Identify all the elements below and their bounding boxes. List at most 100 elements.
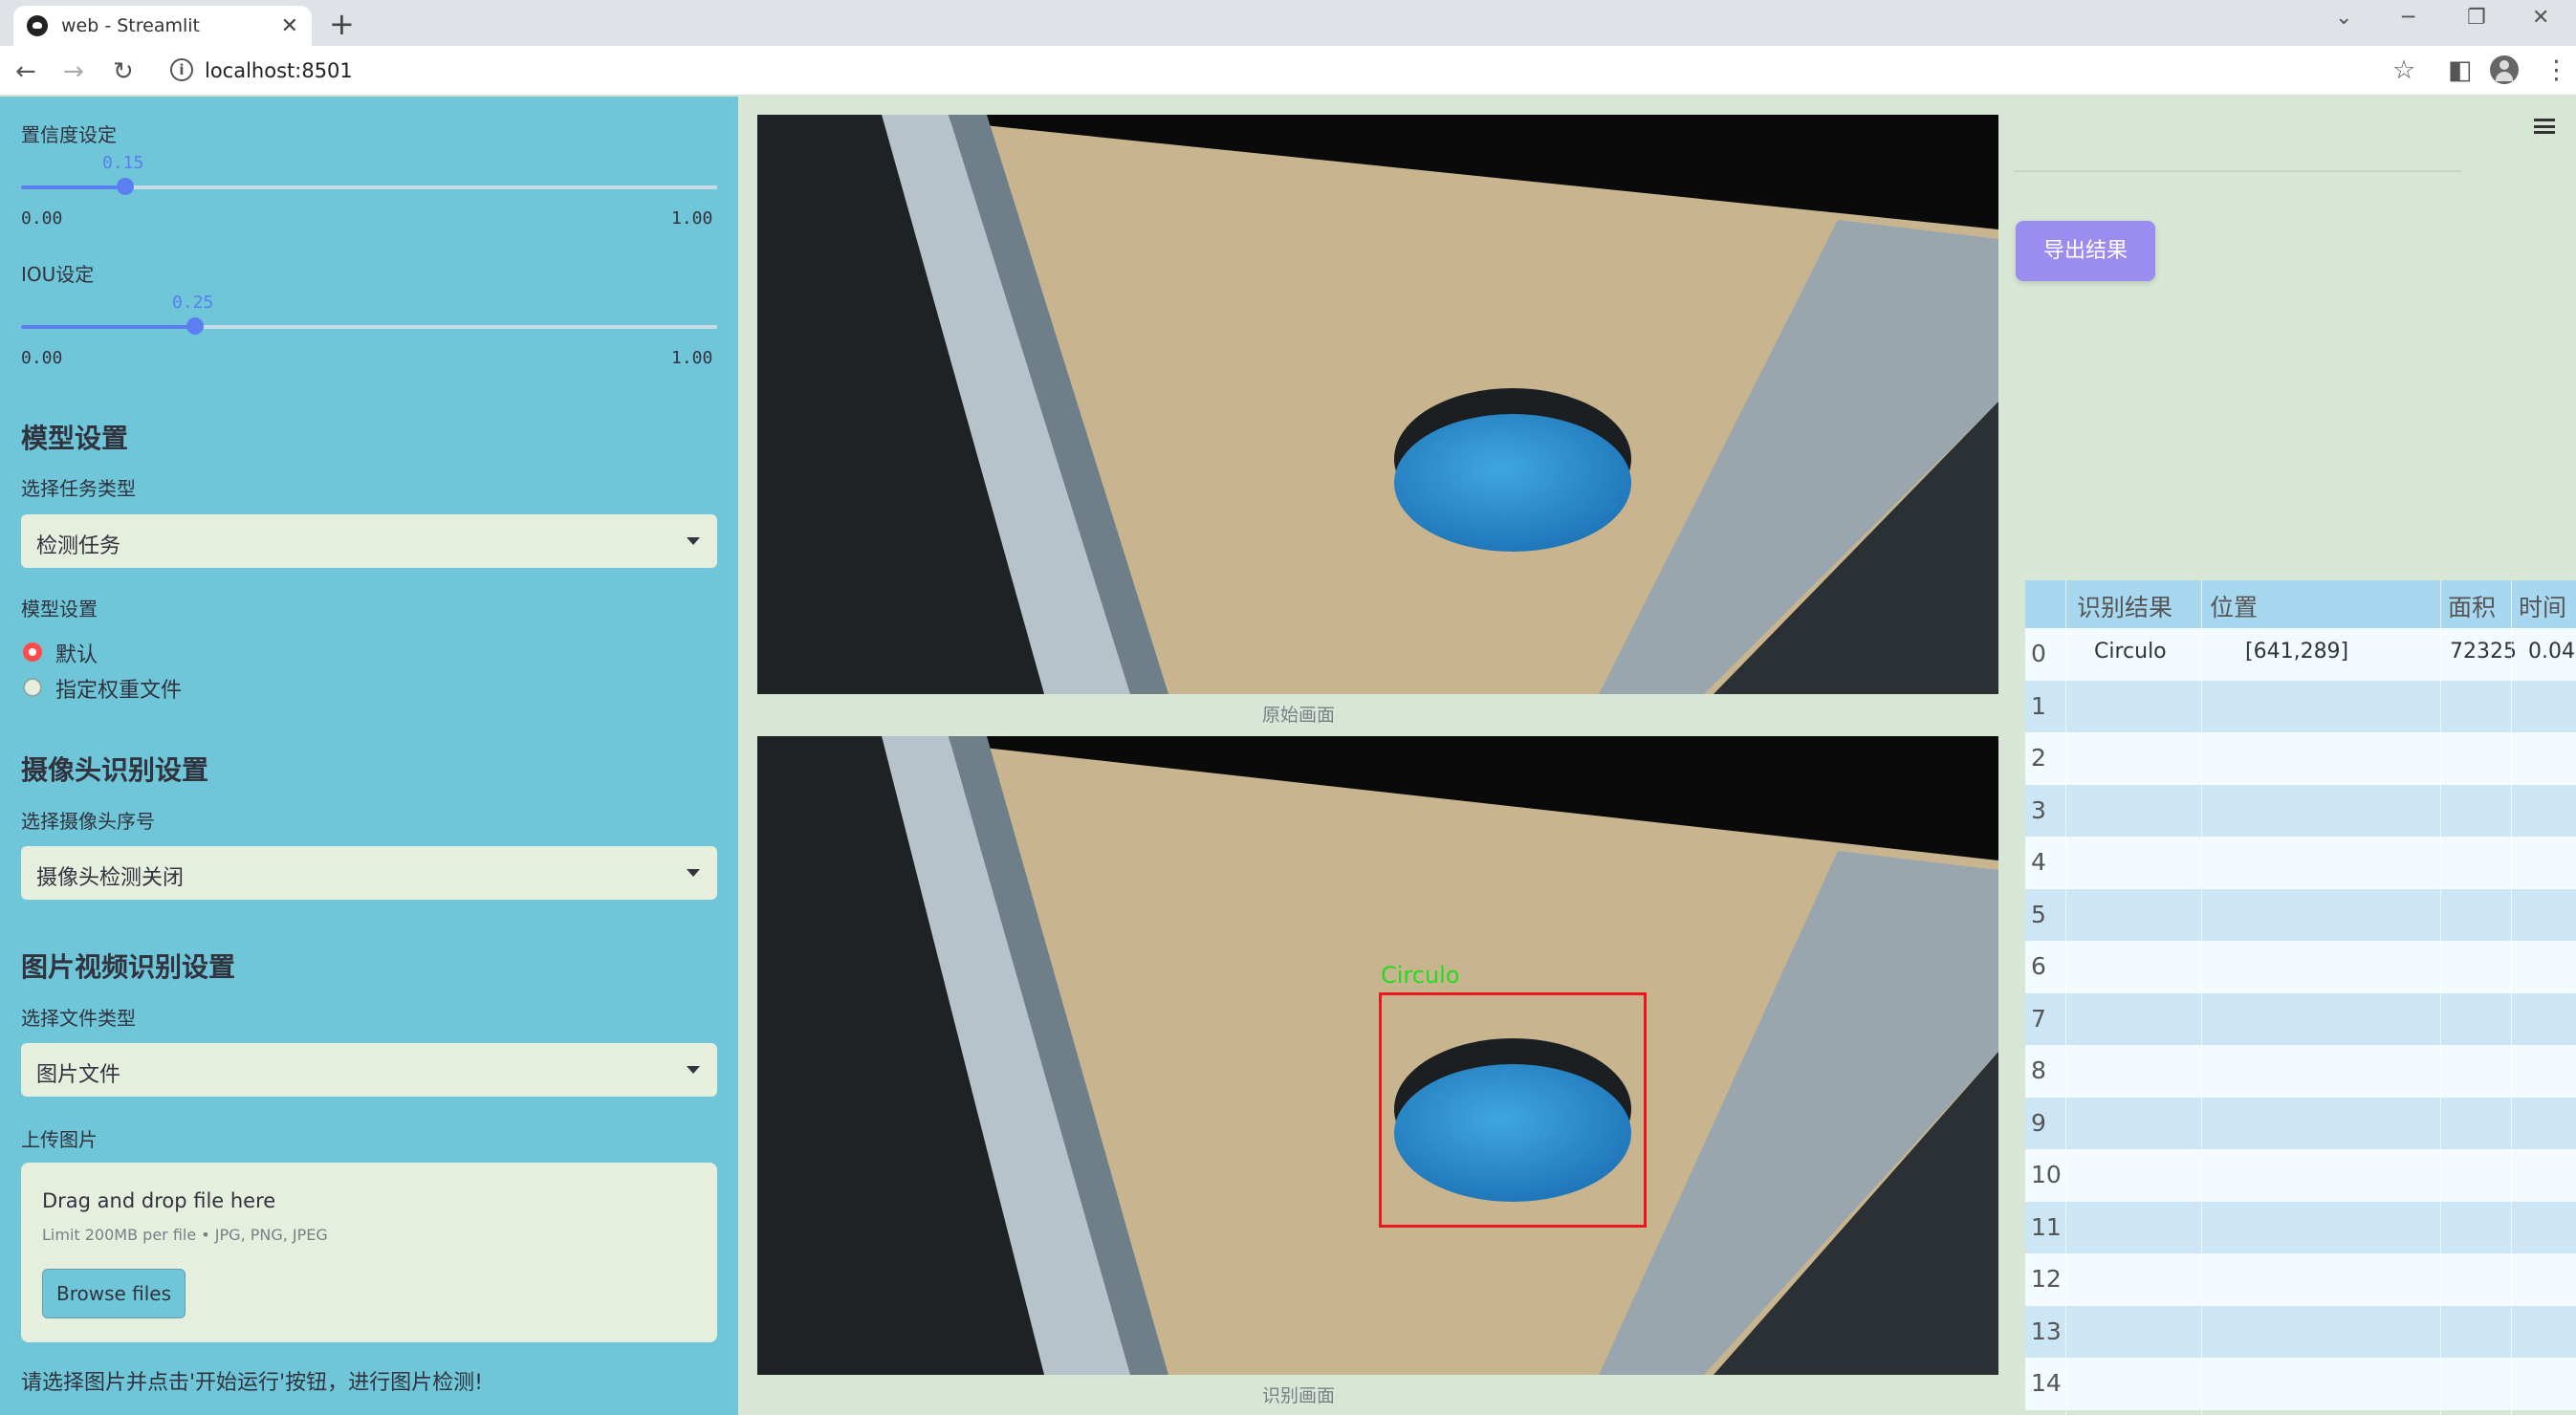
task-type-select[interactable]: 检测任务 [21,514,717,568]
iou-max: 1.00 [671,348,713,368]
column-divider [2201,580,2202,1415]
radio-custom-weights-label[interactable]: 指定权重文件 [55,673,182,704]
row-index: 13 [2031,1317,2062,1345]
radio-default[interactable] [23,642,42,662]
row-index: 5 [2031,900,2046,928]
row-index: 9 [2031,1108,2046,1137]
camera-settings-heading: 摄像头识别设置 [21,754,209,786]
table-row[interactable]: 11 [2025,1201,2576,1253]
chevron-down-icon [687,537,700,545]
browser-tab-bar: web - Streamlit ✕ + ⌄ ─ ❐ ✕ [0,0,2576,46]
chevron-down-icon [687,869,700,877]
table-row[interactable]: 12 [2025,1253,2576,1306]
table-row[interactable]: 9 [2025,1097,2576,1149]
model-settings-heading: 模型设置 [21,423,129,454]
browse-files-button[interactable]: Browse files [42,1269,186,1318]
bookmark-star-icon[interactable]: ☆ [2392,55,2415,85]
dropzone-limit: Limit 200MB per file • JPG, PNG, JPEG [42,1226,328,1244]
profile-avatar-icon[interactable] [2490,55,2519,84]
row-index: 1 [2031,691,2046,720]
confidence-label: 置信度设定 [21,123,117,146]
row-index: 4 [2031,848,2046,876]
upload-label: 上传图片 [21,1128,98,1151]
detected-scene-svg [757,736,1998,1375]
header-result[interactable]: 识别结果 [2077,589,2172,623]
tab-title: web - Streamlit [61,15,200,36]
confidence-max: 1.00 [671,208,713,229]
url-field[interactable]: localhost:8501 [205,59,353,82]
iou-label: IOU设定 [21,263,95,286]
table-row[interactable]: 8 [2025,1045,2576,1098]
row-index: 8 [2031,1056,2046,1084]
table-row[interactable]: 5 [2025,888,2576,941]
forward-icon[interactable]: → [63,57,84,86]
iou-slider-fill [21,325,195,329]
table-row[interactable]: 10 [2025,1149,2576,1202]
site-info-icon[interactable]: i [170,58,193,81]
radio-default-label[interactable]: 默认 [55,638,98,668]
table-row[interactable]: 6 [2025,941,2576,993]
file-type-select[interactable]: 图片文件 [21,1043,717,1097]
cell-position: [641,289] [2245,640,2349,664]
table-row[interactable]: 13 [2025,1305,2576,1358]
file-type-value: 图片文件 [36,1063,121,1087]
dropzone-title: Drag and drop file here [42,1189,276,1212]
radio-custom-weights[interactable] [23,678,42,697]
row-index: 6 [2031,952,2046,980]
column-divider [2440,580,2441,1415]
streamlit-favicon-icon [27,15,48,36]
address-bar: ← → ↻ i localhost:8501 ☆ ◧ ⋮ [0,46,2576,96]
table-row[interactable]: 2 [2025,732,2576,785]
model-weights-label: 模型设置 [21,598,98,620]
cell-area: 72325 [2450,640,2517,664]
table-row[interactable]: 3 [2025,784,2576,837]
row-index: 7 [2031,1004,2046,1033]
task-type-value: 检测任务 [36,534,121,558]
column-divider [2065,580,2066,1415]
row-index: 11 [2031,1212,2062,1241]
cell-result: Circulo [2094,640,2167,664]
tab-list-chevron-icon[interactable]: ⌄ [2335,6,2352,30]
header-position[interactable]: 位置 [2210,589,2258,623]
file-dropzone[interactable]: Drag and drop file here Limit 200MB per … [21,1163,717,1342]
table-header: 识别结果 位置 面积 时间 [2025,580,2576,628]
camera-index-select[interactable]: 摄像头检测关闭 [21,846,717,900]
iou-slider-thumb[interactable] [186,317,204,335]
column-divider [2511,580,2512,1415]
restore-icon[interactable]: ❐ [2467,6,2486,30]
divider [2014,170,2461,172]
row-index: 3 [2031,795,2046,824]
results-table[interactable]: 识别结果 位置 面积 时间 0 Circulo [641,289] 72325 … [2025,580,2576,1415]
confidence-min: 0.00 [21,208,63,229]
camera-index-value: 摄像头检测关闭 [36,866,185,890]
hamburger-menu-icon[interactable] [2534,119,2555,134]
detection-label: Circulo [1381,962,1460,989]
export-results-button[interactable]: 导出结果 [2016,221,2155,281]
table-row[interactable]: 0 Circulo [641,289] 72325 0.04 [2025,628,2576,681]
iou-value: 0.25 [172,293,214,313]
row-index: 14 [2031,1369,2062,1397]
close-tab-icon[interactable]: ✕ [281,14,298,38]
back-icon[interactable]: ← [15,57,36,86]
row-index: 0 [2031,640,2046,667]
row-index: 2 [2031,744,2046,772]
minimize-icon[interactable]: ─ [2402,6,2414,30]
confidence-slider[interactable] [21,178,717,195]
browser-tab[interactable]: web - Streamlit ✕ [13,6,312,46]
table-row[interactable]: 1 [2025,680,2576,732]
iou-slider[interactable] [21,317,717,335]
reload-icon[interactable]: ↻ [113,57,134,86]
header-time[interactable]: 时间 [2519,589,2566,623]
window-close-icon[interactable]: ✕ [2532,6,2549,30]
chevron-down-icon [687,1066,700,1074]
table-row[interactable]: 7 [2025,992,2576,1045]
browser-menu-icon[interactable]: ⋮ [2543,55,2569,85]
side-panel-icon[interactable]: ◧ [2448,55,2473,85]
task-type-label: 选择任务类型 [21,477,136,500]
confidence-slider-thumb[interactable] [117,178,134,195]
header-area[interactable]: 面积 [2448,589,2496,623]
original-caption: 原始画面 [1262,705,1336,726]
table-row[interactable]: 4 [2025,837,2576,889]
table-row[interactable]: 14 [2025,1358,2576,1410]
new-tab-icon[interactable]: + [329,6,355,42]
